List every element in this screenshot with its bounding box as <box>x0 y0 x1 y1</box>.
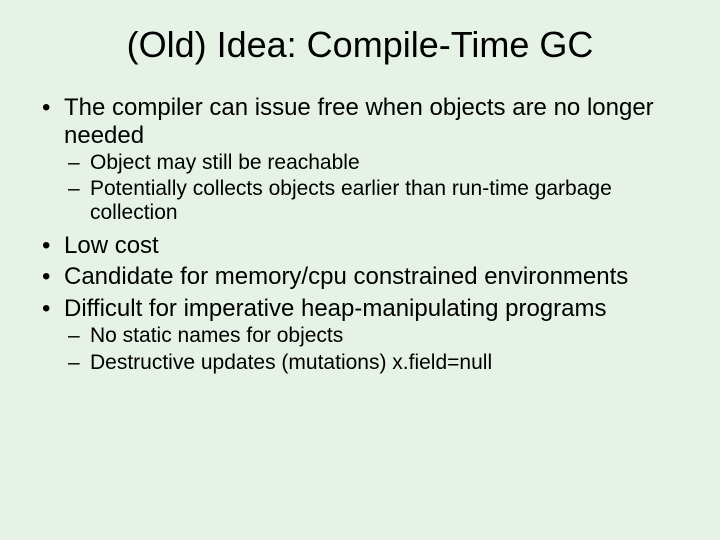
bullet-text: Difficult for imperative heap-manipulati… <box>64 295 606 322</box>
bullet-text: Potentially collects objects earlier tha… <box>90 177 612 224</box>
list-item: Destructive updates (mutations) x.field=… <box>64 351 684 375</box>
bullet-text: Low cost <box>64 232 159 259</box>
sub-list: No static names for objects Destructive … <box>64 324 684 374</box>
list-item: Object may still be reachable <box>64 151 684 175</box>
bullet-text: Object may still be reachable <box>90 151 360 174</box>
sub-list: Object may still be reachable Potentiall… <box>64 151 684 225</box>
list-item: Candidate for memory/cpu constrained env… <box>36 263 684 291</box>
slide: (Old) Idea: Compile-Time GC The compiler… <box>0 0 720 540</box>
bullet-text: Candidate for memory/cpu constrained env… <box>64 263 628 290</box>
slide-title: (Old) Idea: Compile-Time GC <box>36 24 684 66</box>
bullet-text: The compiler can issue free when objects… <box>64 94 654 149</box>
list-item: Potentially collects objects earlier tha… <box>64 177 684 225</box>
bullet-text: No static names for objects <box>90 324 343 347</box>
bullet-text: Destructive updates (mutations) x.field=… <box>90 351 492 374</box>
list-item: The compiler can issue free when objects… <box>36 94 684 226</box>
list-item: Low cost <box>36 232 684 260</box>
list-item: No static names for objects <box>64 324 684 348</box>
list-item: Difficult for imperative heap-manipulati… <box>36 295 684 375</box>
bullet-list: The compiler can issue free when objects… <box>36 94 684 375</box>
